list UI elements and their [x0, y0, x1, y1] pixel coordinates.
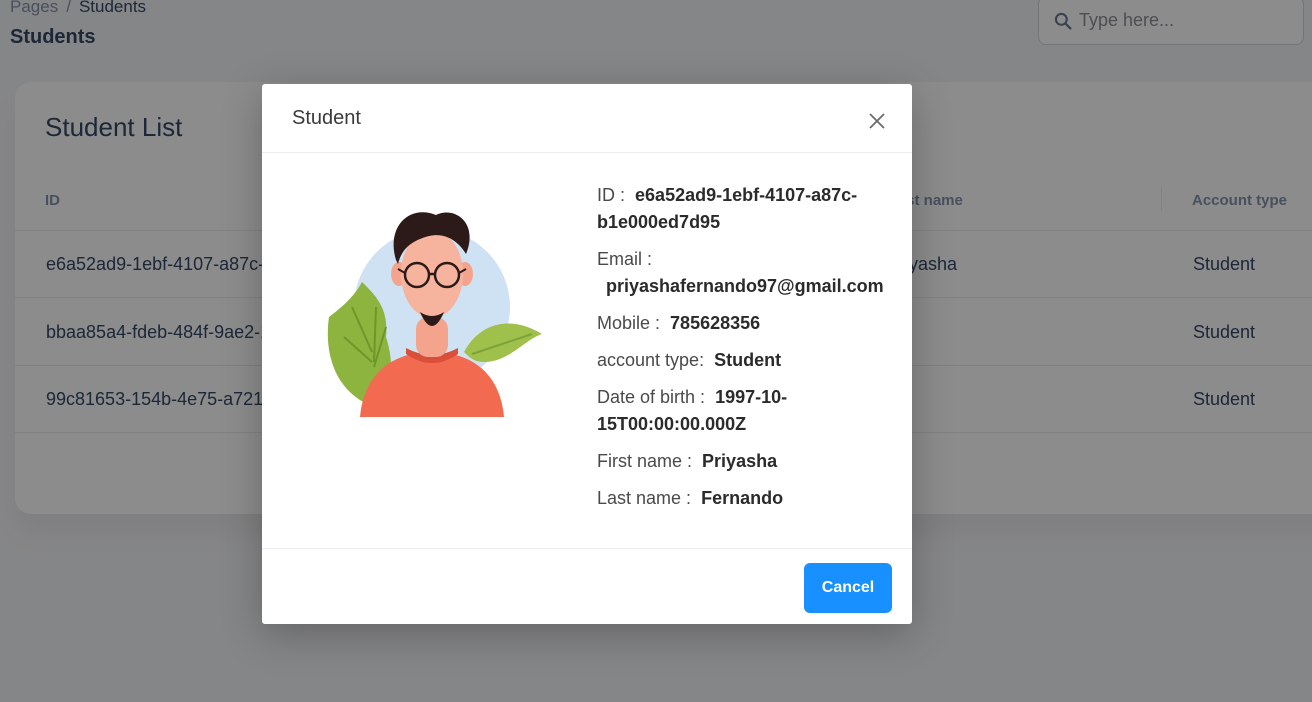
detail-last-name: Last name : Fernando — [597, 485, 897, 512]
modal-header: Student — [262, 84, 912, 153]
detail-id: ID : e6a52ad9-1ebf-4107-a87c-b1e000ed7d9… — [597, 182, 897, 236]
close-button[interactable] — [864, 108, 890, 134]
last-name-label: Last name : — [597, 488, 692, 508]
id-label: ID : — [597, 185, 626, 205]
detail-email: Email : priyashafernando97@gmail.com — [597, 246, 897, 300]
student-modal: Student ID : e6a52ad9-1ebf-4107-a87c-b1e… — [262, 84, 912, 624]
cancel-button[interactable]: Cancel — [804, 563, 892, 613]
close-icon — [869, 113, 885, 129]
dob-label: Date of birth : — [597, 387, 706, 407]
modal-title: Student — [292, 107, 361, 129]
id-value: e6a52ad9-1ebf-4107-a87c-b1e000ed7d95 — [597, 185, 858, 232]
email-value: priyashafernando97@gmail.com — [606, 276, 884, 296]
last-name-value: Fernando — [701, 488, 784, 508]
account-type-label: account type: — [597, 350, 705, 370]
first-name-label: First name : — [597, 451, 693, 471]
first-name-value: Priyasha — [702, 451, 778, 471]
detail-first-name: First name : Priyasha — [597, 448, 897, 475]
detail-account-type: account type: Student — [597, 347, 897, 374]
detail-mobile: Mobile : 785628356 — [597, 310, 897, 337]
modal-footer: Cancel — [262, 548, 912, 624]
mobile-value: 785628356 — [670, 313, 761, 333]
student-avatar — [327, 212, 542, 417]
student-details: ID : e6a52ad9-1ebf-4107-a87c-b1e000ed7d9… — [597, 182, 897, 522]
account-type-value: Student — [714, 350, 782, 370]
email-label: Email : — [597, 249, 653, 269]
mobile-label: Mobile : — [597, 313, 661, 333]
detail-date-of-birth: Date of birth : 1997-10-15T00:00:00.000Z — [597, 384, 897, 438]
